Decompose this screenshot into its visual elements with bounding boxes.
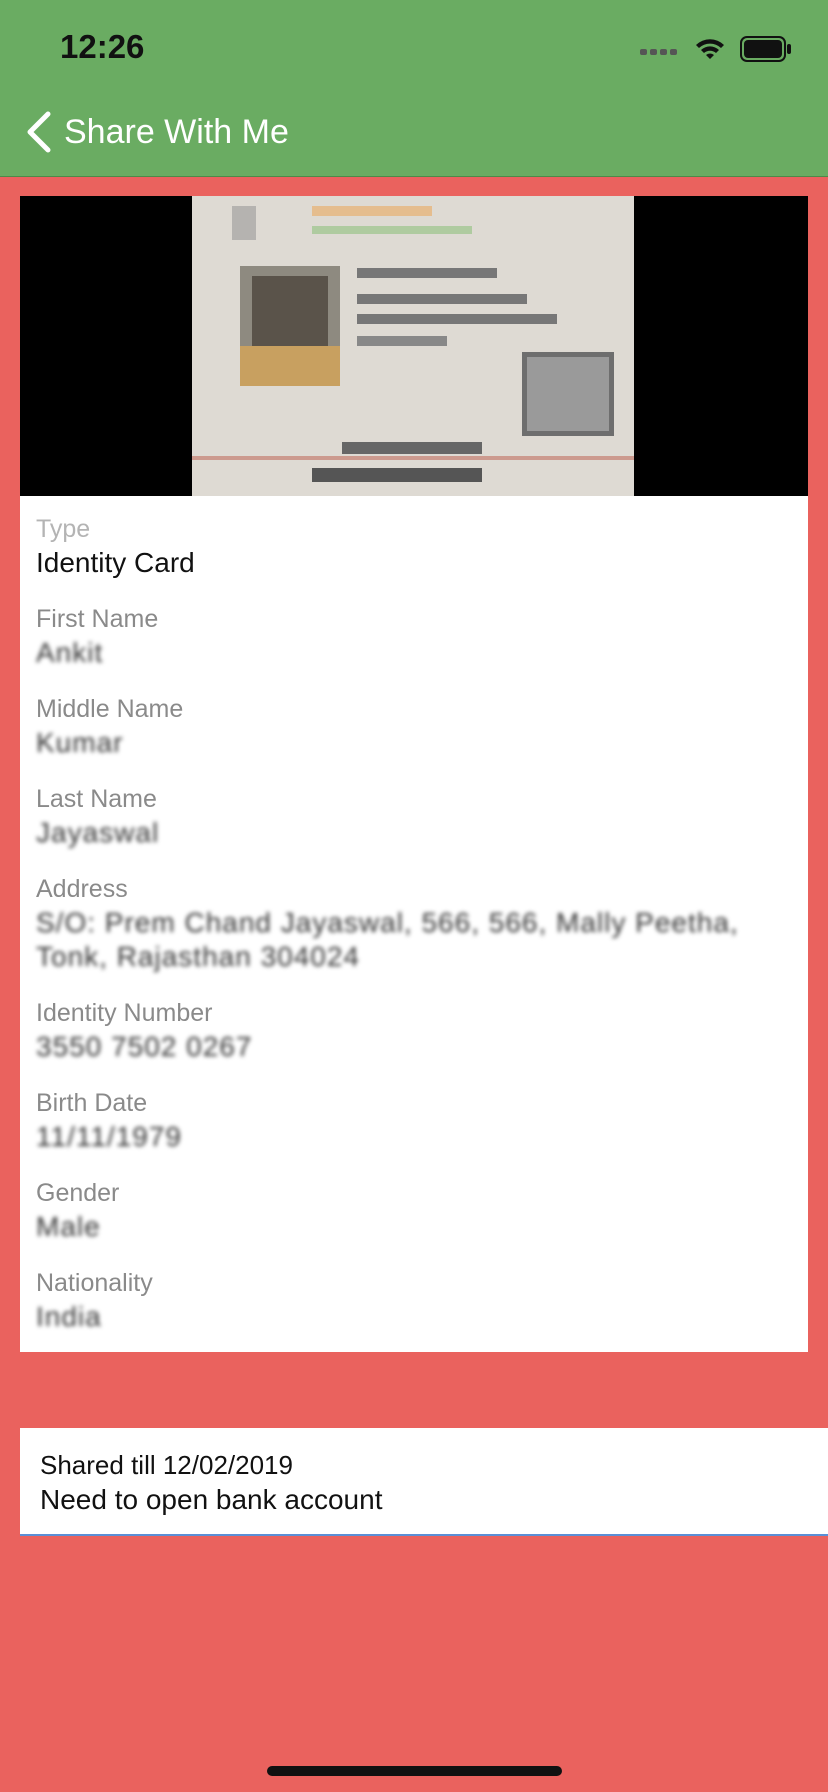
back-label: Share With Me <box>64 112 289 151</box>
field-last-name: Last Name Jayaswal <box>36 782 796 850</box>
field-gender: Gender Male <box>36 1176 796 1244</box>
field-value: India <box>36 1301 102 1332</box>
share-reason-text: Need to open bank account <box>40 1484 383 1515</box>
field-type: Type Identity Card <box>36 512 796 580</box>
field-value: S/O: Prem Chand Jayaswal, 566, 566, Mall… <box>36 907 739 972</box>
field-value: Ankit <box>36 637 104 668</box>
field-value: Jayaswal <box>36 817 160 848</box>
field-birth-date: Birth Date 11/11/1979 <box>36 1086 796 1154</box>
field-first-name: First Name Ankit <box>36 602 796 670</box>
field-nationality: Nationality India <box>36 1266 796 1334</box>
document-fields: Type Identity Card First Name Ankit Midd… <box>36 512 796 1352</box>
field-value: Kumar <box>36 727 124 758</box>
field-value: Male <box>36 1211 101 1242</box>
field-label: Gender <box>36 1179 120 1207</box>
field-value: 11/11/1979 <box>36 1121 182 1152</box>
shared-till-text: Shared till 12/02/2019 <box>40 1450 293 1480</box>
navigation-header: 12:26 Share With Me <box>0 0 828 177</box>
field-middle-name: Middle Name Kumar <box>36 692 796 760</box>
chevron-left-icon <box>27 111 51 153</box>
field-label: Address <box>36 875 128 903</box>
field-label: First Name <box>36 605 159 633</box>
status-icons <box>640 34 792 64</box>
wifi-icon <box>696 39 724 59</box>
signal-icon <box>640 49 677 55</box>
field-label: Type <box>36 515 91 543</box>
home-indicator[interactable] <box>267 1766 562 1776</box>
field-value: 3550 7502 0267 <box>36 1031 253 1062</box>
field-label: Identity Number <box>36 999 213 1027</box>
field-label: Last Name <box>36 785 157 813</box>
status-time: 12:26 <box>60 28 145 65</box>
field-label: Nationality <box>36 1269 153 1297</box>
field-identity-number: Identity Number 3550 7502 0267 <box>36 996 796 1064</box>
id-card-image <box>192 196 634 496</box>
document-photo[interactable] <box>20 196 808 496</box>
field-value: Identity Card <box>36 547 195 578</box>
field-address: Address S/O: Prem Chand Jayaswal, 566, 5… <box>36 872 796 974</box>
battery-icon <box>740 36 791 62</box>
document-card: Type Identity Card First Name Ankit Midd… <box>20 196 808 1352</box>
field-label: Birth Date <box>36 1089 148 1117</box>
share-info-card[interactable]: Shared till 12/02/2019 Need to open bank… <box>20 1428 828 1536</box>
back-button[interactable]: Share With Me <box>22 104 289 160</box>
field-label: Middle Name <box>36 695 184 723</box>
